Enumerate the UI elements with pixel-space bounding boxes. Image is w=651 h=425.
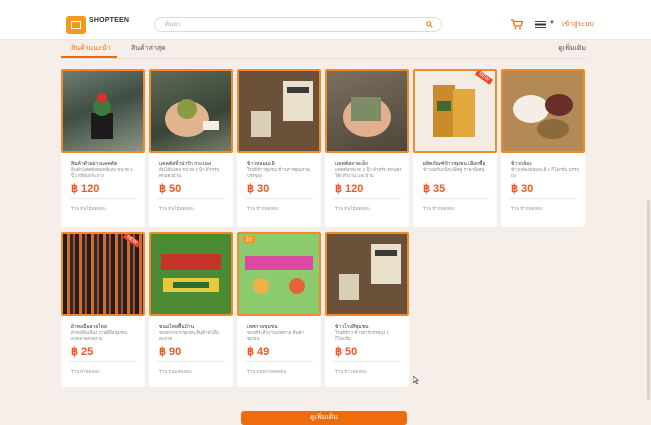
- search-input[interactable]: [165, 20, 415, 30]
- product-card[interactable]: NEW ผ้าทอมือลายไทย ผ้าทอพื้นเมือง งานฝีม…: [61, 232, 145, 387]
- product-image[interactable]: [237, 69, 321, 153]
- product-image[interactable]: NEW: [413, 69, 497, 153]
- product-description: ต้นไม้มงคล ขนาด 2 นิ้ว สำหรับตกแต่งบ้าน: [159, 167, 220, 178]
- card-divider: [333, 198, 401, 199]
- product-image[interactable]: [61, 69, 145, 153]
- product-image[interactable]: [149, 232, 233, 316]
- load-more-button[interactable]: ดูเพิ่มเติม: [241, 411, 407, 425]
- card-divider: [421, 198, 489, 199]
- product-card[interactable]: NEW ผลิตภัณฑ์ข้าวชุมชน เลือกซื้อ ข้าวออร…: [413, 69, 497, 227]
- product-image[interactable]: [325, 69, 409, 153]
- product-tabs: สินค้าแนะนำ สินค้าล่าสุด ดูเพิ่มเติม: [61, 40, 586, 59]
- product-price: ฿ 50: [335, 346, 358, 358]
- card-divider: [69, 198, 137, 199]
- tab-recommended[interactable]: สินค้าแนะนำ: [71, 43, 110, 54]
- product-card[interactable]: ข้าวหอมมะลิ โรงสีข้าวชุมชน ข้าวสารคุณภาพ…: [237, 69, 321, 227]
- see-all-link[interactable]: ดูเพิ่มเติม: [558, 43, 586, 54]
- product-price: ฿ 35: [423, 183, 446, 195]
- shop-name: ร้าน ต้นไม้ทดสอบ: [159, 206, 194, 211]
- new-badge: NEW: [123, 234, 142, 248]
- shop-name: ร้าน ต้นไม้ทดสอบ: [335, 206, 370, 211]
- card-divider: [245, 361, 313, 362]
- product-image[interactable]: [501, 69, 585, 153]
- product-card[interactable]: แคคตัสถาดเล็ก แคคตัสขนาด 2 นิ้ว สำหรับ ต…: [325, 69, 409, 227]
- product-price: ฿ 25: [71, 346, 94, 358]
- product-image[interactable]: [325, 232, 409, 316]
- product-price: ฿ 50: [159, 183, 182, 195]
- product-price: ฿ 49: [247, 346, 270, 358]
- product-description: ของฝากจากชุมชน สินค้าทำมือ สะอาด: [159, 330, 219, 341]
- card-divider: [69, 361, 137, 362]
- card-divider: [333, 361, 401, 362]
- mouse-cursor-icon: [413, 376, 419, 384]
- product-description: สินค้าแคคตัสดอกสีแดง ขนาด 2 นิ้ว พร้อมกร…: [71, 167, 133, 178]
- product-image[interactable]: NEW: [61, 232, 145, 316]
- product-image[interactable]: [149, 69, 233, 153]
- shop-logo-icon[interactable]: [66, 16, 86, 34]
- shop-name: ร้าน ผ้าทดสอบ: [71, 369, 100, 374]
- product-price: ฿ 30: [511, 183, 534, 195]
- tab-latest[interactable]: สินค้าล่าสุด: [131, 43, 166, 54]
- shop-name: ร้าน ของฝากทดสอบ: [247, 369, 287, 374]
- product-card[interactable]: ข้าวกล้อง ข้าวกล้องหอมมะลิ 1 กิโลกรัม บร…: [501, 69, 585, 227]
- product-image[interactable]: 10: [237, 232, 321, 316]
- search-icon[interactable]: [426, 21, 433, 28]
- login-link[interactable]: เข้าสู่ระบบ: [562, 19, 594, 30]
- product-price: ฿ 30: [247, 183, 270, 195]
- product-card[interactable]: 10 เทศกาลชุมชน ของที่ระลึกงานเทศกาล สินค…: [237, 232, 321, 387]
- shop-name: ร้าน ข้าวทดสอบ: [511, 206, 543, 211]
- product-card[interactable]: แคคตัสจิ๋วน่ารัก กระบอง ต้นไม้มงคล ขนาด …: [149, 69, 233, 227]
- shop-name: ร้าน ข้าวทดสอบ: [247, 206, 279, 211]
- shop-name: ร้าน ขนมทดสอบ: [159, 369, 192, 374]
- product-price: ฿ 120: [71, 183, 100, 195]
- product-description: ของที่ระลึกงานเทศกาล สินค้าชุมชน: [247, 330, 305, 341]
- product-description: ผ้าทอพื้นเมือง งานฝีมือชุมชน ลวดลายสวยงา…: [71, 330, 127, 341]
- chevron-down-icon[interactable]: ▼: [549, 20, 555, 26]
- product-card[interactable]: ข้าวโรงสีชุมชน โรงสีข้าว ข้าวสารบรรจุถุง…: [325, 232, 409, 387]
- product-price: ฿ 120: [335, 183, 364, 195]
- top-header: SHOPTEEN ▼ เข้าสู่ระบบ: [0, 0, 651, 40]
- product-card[interactable]: สินค้าตัวอย่างแคคตัส สินค้าแคคตัสดอกสีแด…: [61, 69, 145, 227]
- card-divider: [157, 361, 225, 362]
- card-divider: [157, 198, 225, 199]
- shop-name: ร้าน ข้าวทดสอบ: [335, 369, 367, 374]
- shop-name: ร้าน ต้นไม้ทดสอบ: [71, 206, 106, 211]
- product-description: โรงสีข้าวชุมชน ข้าวสารคุณภาพ บรรจุถุง: [247, 167, 310, 178]
- product-description: โรงสีข้าว ข้าวสารบรรจุถุง 1 กิโลกรัม: [335, 330, 389, 341]
- scrollbar[interactable]: [647, 200, 650, 400]
- card-divider: [509, 198, 577, 199]
- active-tab-indicator: [61, 56, 117, 58]
- search-bar: [154, 17, 442, 32]
- product-price: ฿ 90: [159, 346, 182, 358]
- card-divider: [245, 198, 313, 199]
- language-flag-icon[interactable]: [535, 21, 546, 28]
- product-description: ข้าวกล้องหอมมะลิ 1 กิโลกรัม บรรจุถุง: [511, 167, 579, 178]
- product-card[interactable]: ขนมไทยพื้นบ้าน ของฝากจากชุมชน สินค้าทำมื…: [149, 232, 233, 387]
- promo-badge: 10: [243, 236, 255, 244]
- product-description: แคคตัสขนาด 2 นิ้ว สำหรับ ตกแต่งโต๊ะทำงาน…: [335, 167, 402, 178]
- product-description: ข้าวออร์แกนิกแพ็คคู่ ราคาพิเศษ: [423, 167, 485, 172]
- brand-name[interactable]: SHOPTEEN: [89, 17, 129, 24]
- shop-name: ร้าน ข้าวทดสอบ: [423, 206, 455, 211]
- cart-icon[interactable]: [511, 19, 523, 30]
